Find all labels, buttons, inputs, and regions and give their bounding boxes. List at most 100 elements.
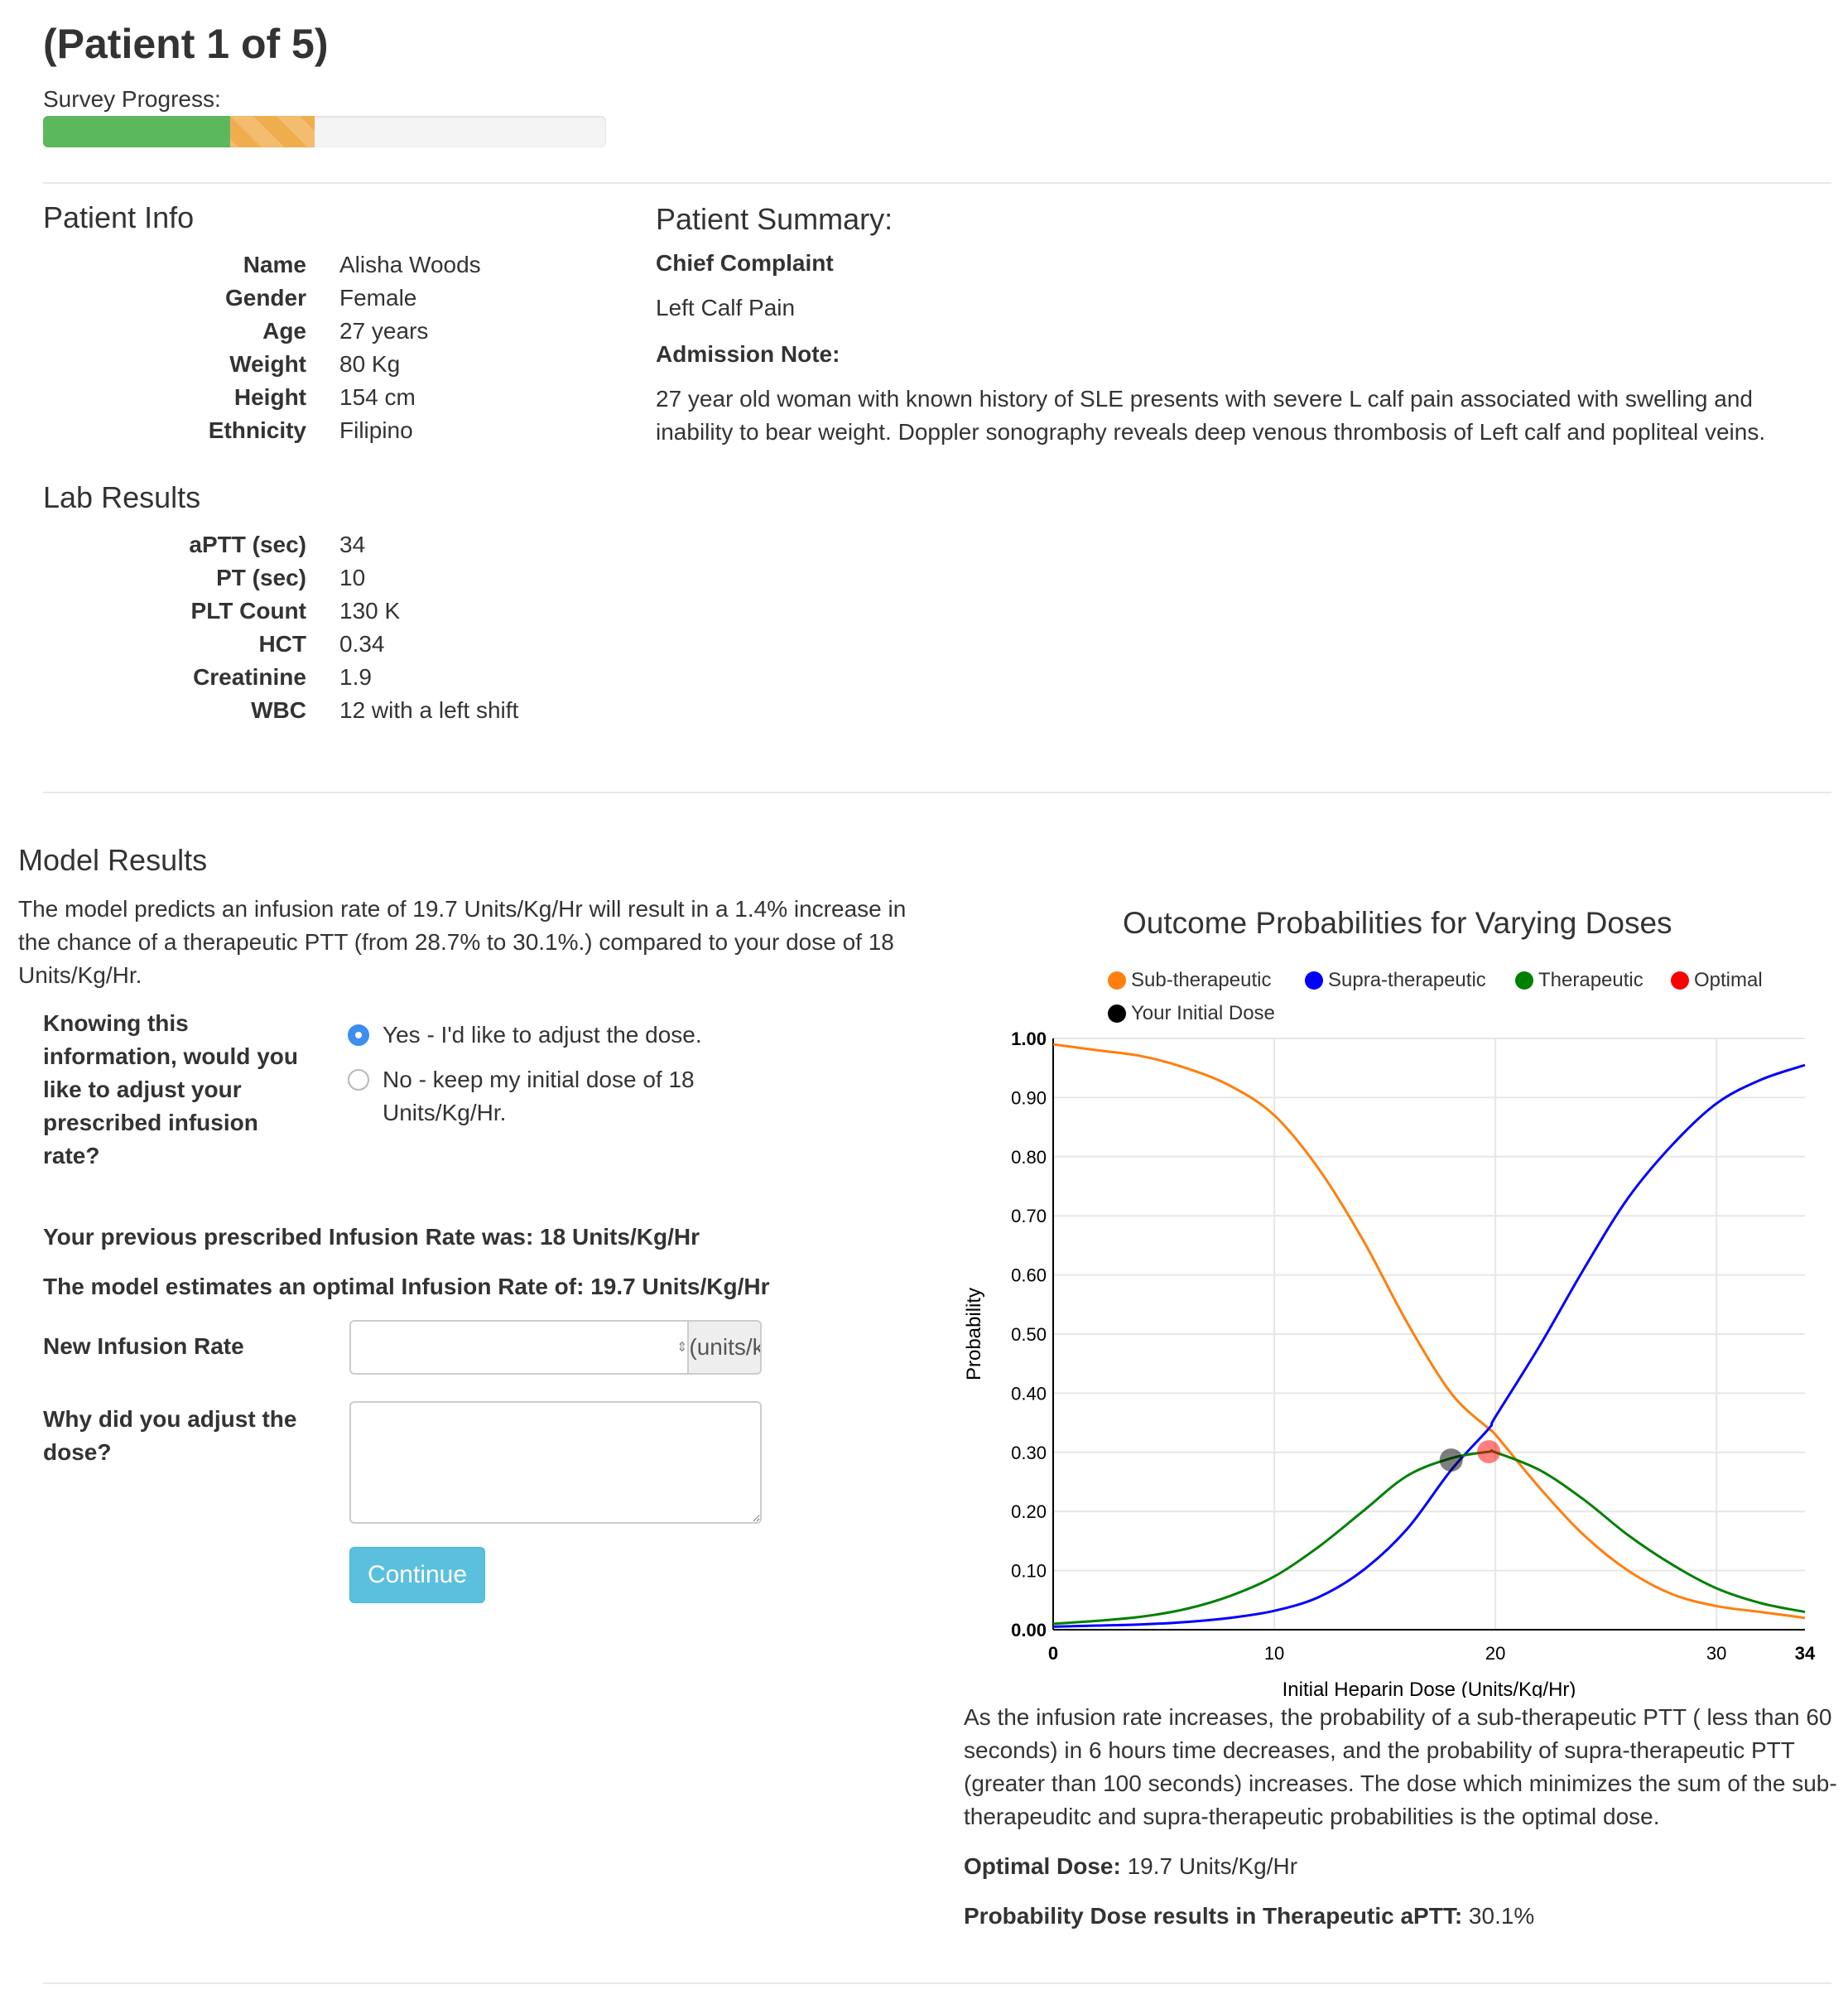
- page-title: (Patient 1 of 5): [43, 21, 329, 67]
- why-label: Why did you adjust the dose?: [43, 1406, 297, 1465]
- info-label: HCT: [258, 631, 306, 657]
- info-row: Creatinine 1.9: [43, 661, 518, 694]
- legend-supra-therapeutic[interactable]: Supra-therapeutic: [1305, 969, 1486, 992]
- legend-label: Sub-therapeutic: [1131, 969, 1272, 991]
- legend-dot: [1515, 971, 1533, 990]
- new-rate-input[interactable]: [351, 1322, 676, 1373]
- new-rate-label: New Infusion Rate: [43, 1333, 244, 1359]
- patient-info-table: Name Alisha Woods Gender Female Age 27 years W…: [43, 248, 481, 447]
- legend-label: Therapeutic: [1538, 969, 1643, 991]
- therapeutic-probability-value: 30.1%: [1468, 1903, 1535, 1929]
- adjust-question: Knowing this information, would you like…: [43, 1010, 298, 1168]
- info-label: aPTT (sec): [189, 532, 306, 557]
- y-tick-label: 0.70: [1011, 1206, 1047, 1226]
- admission-note-text: 27 year old woman with known history of …: [656, 386, 1766, 445]
- divider: [43, 792, 1831, 793]
- survey-progress-bar: [43, 116, 606, 147]
- option-no-keep[interactable]: No - keep my initial dose of 18 Units/Kg…: [348, 1063, 737, 1130]
- point-your-initial-dose[interactable]: [1439, 1448, 1463, 1472]
- y-tick-label: 0.60: [1011, 1265, 1047, 1286]
- legend-therapeutic[interactable]: Therapeutic: [1515, 969, 1643, 992]
- info-value: 12 with a left shift: [339, 697, 519, 723]
- why-textarea[interactable]: [349, 1401, 762, 1524]
- series-line-sub-therapeutic: [1052, 1043, 1806, 1620]
- legend-dot: [1305, 971, 1323, 990]
- therapeutic-probability-label: Probability Dose results in Therapeutic …: [964, 1903, 1463, 1929]
- info-value: 154 cm: [339, 384, 416, 410]
- x-tick-label: 20: [1485, 1643, 1505, 1664]
- optimal-dose-value: 19.7 Units/Kg/Hr: [1127, 1853, 1298, 1879]
- info-value: 0.34: [339, 631, 385, 657]
- info-row: PT (sec) 10: [43, 561, 518, 595]
- chart-y-axis-label: Probability: [963, 1288, 985, 1380]
- info-row: Name Alisha Woods: [43, 248, 481, 282]
- info-value: Female: [339, 285, 417, 311]
- info-row: Gender Female: [43, 282, 481, 315]
- series-line-supra-therapeutic: [1052, 1063, 1806, 1628]
- info-value: 27 years: [339, 318, 429, 344]
- optimal-dose-line: Optimal Dose: 19.7 Units/Kg/Hr: [964, 1850, 1297, 1883]
- info-value: Alisha Woods: [339, 252, 481, 277]
- x-tick-label: 10: [1264, 1643, 1284, 1664]
- optimal-dose-label: Optimal Dose:: [964, 1853, 1121, 1879]
- info-value: 1.9: [339, 664, 372, 690]
- lab-results-table: aPTT (sec) 34 PT (sec) 10 PLT Count 130 K HCT 0…: [43, 528, 518, 727]
- lab-results-heading: Lab Results: [43, 480, 201, 514]
- info-row: HCT 0.34: [43, 628, 518, 661]
- info-value: 130 K: [339, 598, 401, 624]
- info-label: Height: [233, 384, 306, 410]
- continue-button[interactable]: Continue: [349, 1547, 485, 1603]
- info-value: 34: [339, 532, 366, 557]
- previous-rate-text: Your previous prescribed Infusion Rate w…: [43, 1224, 700, 1250]
- x-tick-label: 34: [1795, 1643, 1816, 1664]
- y-tick-label: 0.40: [1011, 1383, 1047, 1404]
- chart-title: Outcome Probabilities for Varying Doses: [1123, 906, 1672, 940]
- y-tick-label: 0.50: [1011, 1324, 1047, 1345]
- y-tick-label: 0.20: [1011, 1501, 1047, 1522]
- info-label: PT (sec): [216, 565, 306, 590]
- info-label: WBC: [251, 697, 306, 723]
- info-value: 10: [339, 565, 366, 590]
- progress-current: [230, 116, 315, 147]
- legend-optimal[interactable]: Optimal: [1671, 969, 1763, 992]
- legend-initial-dose[interactable]: Your Initial Dose: [1108, 1002, 1275, 1025]
- chart-series: [1052, 1043, 1806, 1628]
- x-tick-label: 0: [1048, 1643, 1058, 1664]
- radio-no[interactable]: [348, 1069, 369, 1091]
- legend-sub-therapeutic[interactable]: Sub-therapeutic: [1108, 969, 1271, 992]
- progress-completed: [43, 116, 231, 147]
- chart-x-axis-label: Initial Heparin Dose (Units/Kg/Hr): [1283, 1679, 1576, 1698]
- chart-grid: [1053, 1038, 1805, 1631]
- info-label: Age: [262, 318, 306, 344]
- option-yes-adjust[interactable]: Yes - I'd like to adjust the dose.: [348, 1019, 702, 1052]
- radio-yes[interactable]: [348, 1024, 369, 1046]
- info-label: Ethnicity: [208, 417, 306, 443]
- chart-axes: 0.00 0.10 0.20 0.30 0.40 0.50 0.60 0.70 0.80 0.90…: [1011, 1028, 1816, 1664]
- chief-complaint-label: Chief Complaint: [656, 250, 834, 276]
- y-tick-label: 0.00: [1011, 1620, 1047, 1640]
- new-rate-input-group: ⇕ (units/kg/hr): [349, 1320, 762, 1375]
- divider: [43, 1982, 1831, 1984]
- info-label: Gender: [224, 285, 306, 311]
- optimal-rate-text: The model estimates an optimal Infusion …: [43, 1274, 770, 1299]
- chief-complaint-value: Left Calf Pain: [656, 295, 796, 320]
- stepper-icon[interactable]: ⇕: [676, 1322, 690, 1373]
- info-row: PLT Count 130 K: [43, 595, 518, 628]
- patient-summary-heading: Patient Summary:: [656, 202, 893, 236]
- legend-label: Your Initial Dose: [1131, 1002, 1275, 1024]
- y-tick-label: 0.90: [1011, 1087, 1047, 1108]
- therapeutic-probability-line: Probability Dose results in Therapeutic …: [964, 1900, 1534, 1933]
- point-optimal[interactable]: [1477, 1440, 1501, 1464]
- model-results-heading: Model Results: [18, 843, 208, 877]
- divider: [43, 182, 1831, 184]
- info-row: aPTT (sec) 34: [43, 528, 518, 561]
- legend-dot: [1671, 971, 1689, 990]
- info-value: Filipino: [339, 417, 413, 443]
- admission-note-label: Admission Note:: [656, 341, 840, 367]
- patient-info-heading: Patient Info: [43, 200, 195, 234]
- info-value: 80 Kg: [339, 351, 401, 377]
- info-row: Height 154 cm: [43, 381, 481, 414]
- x-tick-label: 30: [1706, 1643, 1726, 1664]
- y-tick-label: 0.80: [1011, 1147, 1047, 1168]
- legend-dot: [1108, 1004, 1126, 1023]
